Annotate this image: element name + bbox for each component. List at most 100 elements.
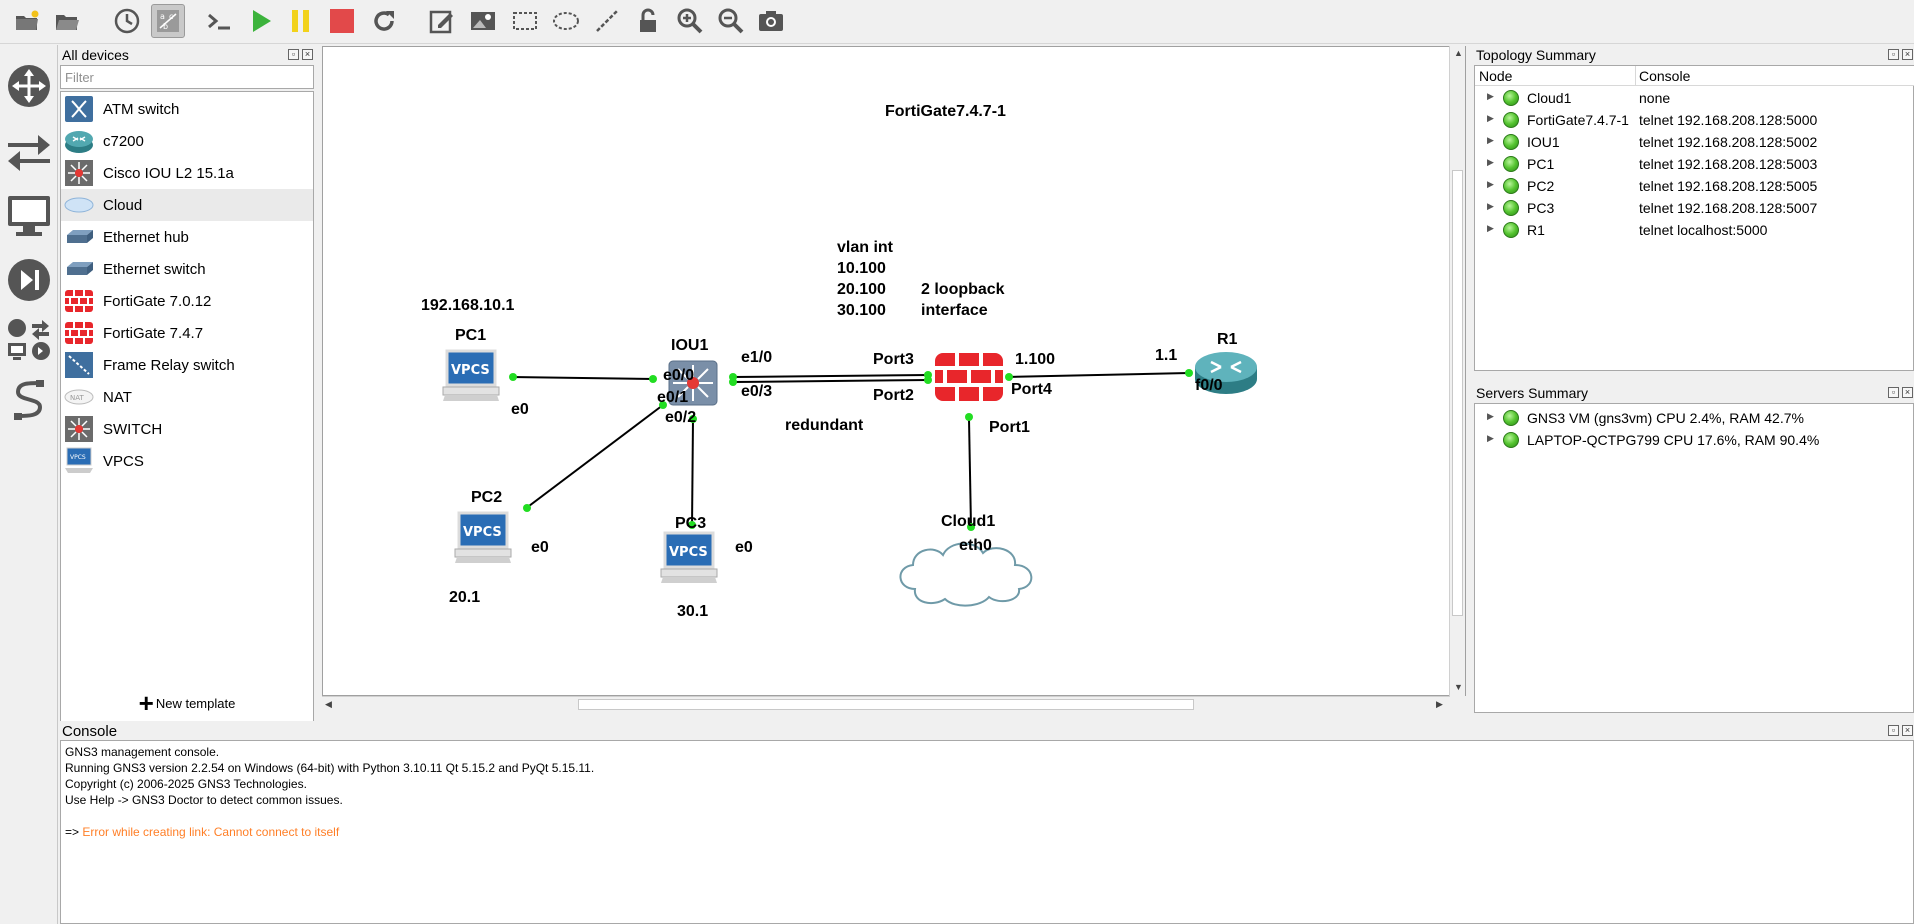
link-iou1-port3[interactable] bbox=[732, 374, 930, 378]
link-iou1-port2[interactable] bbox=[732, 379, 930, 383]
close-icon[interactable]: × bbox=[1902, 49, 1913, 60]
column-header-console[interactable]: Console bbox=[1639, 68, 1690, 84]
browse-routers-icon[interactable] bbox=[4, 61, 54, 111]
scroll-right-icon[interactable]: ▶ bbox=[1436, 699, 1443, 710]
node-label-fortigate[interactable]: FortiGate7.4.7-1 bbox=[885, 103, 1006, 121]
undock-icon[interactable]: ▫ bbox=[1888, 49, 1899, 60]
link-pc2-iou1[interactable] bbox=[524, 404, 664, 510]
expand-arrow-icon[interactable]: ▶ bbox=[1487, 113, 1494, 124]
expand-arrow-icon[interactable]: ▶ bbox=[1487, 201, 1494, 212]
canvas-vertical-scrollbar[interactable]: ▲ ▼ bbox=[1449, 46, 1465, 696]
expand-arrow-icon[interactable]: ▶ bbox=[1487, 91, 1494, 102]
zoom-in-icon[interactable] bbox=[673, 4, 707, 38]
expand-arrow-icon[interactable]: ▶ bbox=[1487, 411, 1494, 422]
device-item-switch[interactable]: SWITCH bbox=[61, 413, 313, 445]
scroll-up-icon[interactable]: ▲ bbox=[1454, 48, 1463, 58]
undock-icon[interactable]: ▫ bbox=[288, 49, 299, 60]
console-all-icon[interactable] bbox=[202, 4, 236, 38]
topology-row-pc2[interactable]: ▶ PC2 telnet 192.168.208.128:5005 bbox=[1475, 175, 1914, 197]
stop-all-icon[interactable] bbox=[325, 4, 359, 38]
device-filter-input[interactable] bbox=[60, 65, 314, 89]
topology-row-iou1[interactable]: ▶ IOU1 telnet 192.168.208.128:5002 bbox=[1475, 131, 1914, 153]
link-port4-r1[interactable] bbox=[1006, 372, 1190, 378]
browse-switches-icon[interactable] bbox=[4, 126, 54, 176]
screenshot-icon[interactable] bbox=[754, 4, 788, 38]
node-label-iou1[interactable]: IOU1 bbox=[671, 337, 708, 355]
undock-icon[interactable]: ▫ bbox=[1888, 725, 1899, 736]
note-pc2-ip[interactable]: 20.1 bbox=[449, 587, 480, 608]
topology-row-r1[interactable]: ▶ R1 telnet localhost:5000 bbox=[1475, 219, 1914, 241]
node-label-cloud1[interactable]: Cloud1 bbox=[941, 513, 995, 531]
zoom-out-icon[interactable] bbox=[714, 4, 748, 38]
note-redundant[interactable]: redundant bbox=[785, 415, 863, 436]
node-label-pc3[interactable]: PC3 bbox=[675, 515, 706, 533]
device-item-frame-relay-switch[interactable]: Frame Relay switch bbox=[61, 349, 313, 381]
expand-arrow-icon[interactable]: ▶ bbox=[1487, 135, 1494, 146]
device-item-ethernet-hub[interactable]: Ethernet hub bbox=[61, 221, 313, 253]
device-item-ethernet-switch[interactable]: Ethernet switch bbox=[61, 253, 313, 285]
lock-unlock-icon[interactable] bbox=[632, 4, 666, 38]
expand-arrow-icon[interactable]: ▶ bbox=[1487, 223, 1494, 234]
device-item-nat[interactable]: NAT NAT bbox=[61, 381, 313, 413]
scroll-left-icon[interactable]: ◀ bbox=[325, 699, 332, 710]
node-label-pc1[interactable]: PC1 bbox=[455, 327, 486, 345]
device-item-atm-switch[interactable]: ATM switch bbox=[61, 93, 313, 125]
new-template-button[interactable]: + New template bbox=[58, 690, 316, 716]
canvas-horizontal-scrollbar[interactable]: ◀ ▶ bbox=[322, 696, 1450, 712]
server-row-gns3vm[interactable]: ▶ GNS3 VM (gns3vm) CPU 2.4%, RAM 42.7% bbox=[1475, 407, 1914, 429]
device-item-cisco-iou-l2[interactable]: Cisco IOU L2 15.1a bbox=[61, 157, 313, 189]
draw-line-icon[interactable] bbox=[590, 4, 624, 38]
node-pc1[interactable]: VPCS bbox=[441, 349, 501, 408]
browse-security-devices-icon[interactable] bbox=[4, 255, 54, 305]
column-header-node[interactable]: Node bbox=[1479, 68, 1512, 84]
start-all-icon[interactable] bbox=[244, 4, 278, 38]
device-item-fortigate-7-4-7[interactable]: FortiGate 7.4.7 bbox=[61, 317, 313, 349]
topology-row-pc1[interactable]: ▶ PC1 telnet 192.168.208.128:5003 bbox=[1475, 153, 1914, 175]
draw-rectangle-icon[interactable] bbox=[508, 4, 542, 38]
topology-row-pc3[interactable]: ▶ PC3 telnet 192.168.208.128:5007 bbox=[1475, 197, 1914, 219]
note-r1-ip[interactable]: 1.1 bbox=[1155, 345, 1177, 366]
add-note-icon[interactable] bbox=[425, 4, 459, 38]
snapshot-icon[interactable] bbox=[110, 4, 144, 38]
topology-row-fortigate[interactable]: ▶ FortiGate7.4.7-1 telnet 192.168.208.128… bbox=[1475, 109, 1914, 131]
topology-canvas[interactable]: VPCS VPCS VPCS FortiGate7.4.7-1 PC1 PC2 … bbox=[322, 46, 1466, 696]
scrollbar-thumb[interactable] bbox=[578, 699, 1194, 710]
topology-row-cloud1[interactable]: ▶ Cloud1 none bbox=[1475, 87, 1914, 109]
node-label-pc2[interactable]: PC2 bbox=[471, 489, 502, 507]
link-pc3-iou1[interactable] bbox=[691, 418, 694, 528]
close-icon[interactable]: × bbox=[1902, 387, 1913, 398]
browse-end-devices-icon[interactable] bbox=[4, 191, 54, 241]
insert-picture-icon[interactable] bbox=[466, 4, 500, 38]
browse-all-devices-icon[interactable] bbox=[4, 315, 54, 365]
node-pc2[interactable]: VPCS bbox=[453, 511, 513, 570]
suspend-all-icon[interactable] bbox=[284, 4, 318, 38]
show-interface-labels-icon[interactable]: acb bbox=[151, 4, 185, 38]
device-item-cloud[interactable]: Cloud bbox=[61, 189, 313, 221]
expand-arrow-icon[interactable]: ▶ bbox=[1487, 179, 1494, 190]
note-pc1-ip[interactable]: 192.168.10.1 bbox=[421, 295, 514, 316]
undock-icon[interactable]: ▫ bbox=[1888, 387, 1899, 398]
device-item-fortigate-7-0-12[interactable]: FortiGate 7.0.12 bbox=[61, 285, 313, 317]
node-pc3[interactable]: VPCS bbox=[659, 531, 719, 590]
scrollbar-thumb[interactable] bbox=[1452, 170, 1463, 616]
reload-all-icon[interactable] bbox=[367, 4, 401, 38]
draw-ellipse-icon[interactable] bbox=[549, 4, 583, 38]
new-project-icon[interactable] bbox=[10, 4, 44, 38]
node-label-r1[interactable]: R1 bbox=[1217, 331, 1237, 349]
server-row-laptop[interactable]: ▶ LAPTOP-QCTPG799 CPU 17.6%, RAM 90.4% bbox=[1475, 429, 1914, 451]
close-icon[interactable]: × bbox=[1902, 725, 1913, 736]
device-item-c7200[interactable]: c7200 bbox=[61, 125, 313, 157]
expand-arrow-icon[interactable]: ▶ bbox=[1487, 157, 1494, 168]
note-loopback[interactable]: 2 loopback interface bbox=[921, 279, 1005, 321]
note-pc3-ip[interactable]: 30.1 bbox=[677, 601, 708, 622]
add-link-icon[interactable] bbox=[4, 377, 54, 427]
link-port1-cloud1[interactable] bbox=[968, 418, 972, 528]
expand-arrow-icon[interactable]: ▶ bbox=[1487, 433, 1494, 444]
open-project-icon[interactable] bbox=[50, 4, 84, 38]
node-fortigate[interactable] bbox=[933, 351, 1005, 406]
link-pc1-iou1[interactable] bbox=[510, 376, 656, 380]
close-icon[interactable]: × bbox=[302, 49, 313, 60]
scroll-down-icon[interactable]: ▼ bbox=[1454, 682, 1463, 692]
note-vlan-interfaces[interactable]: vlan int 10.100 20.100 30.100 bbox=[837, 237, 893, 321]
device-item-vpcs[interactable]: VPCS VPCS bbox=[61, 445, 313, 477]
